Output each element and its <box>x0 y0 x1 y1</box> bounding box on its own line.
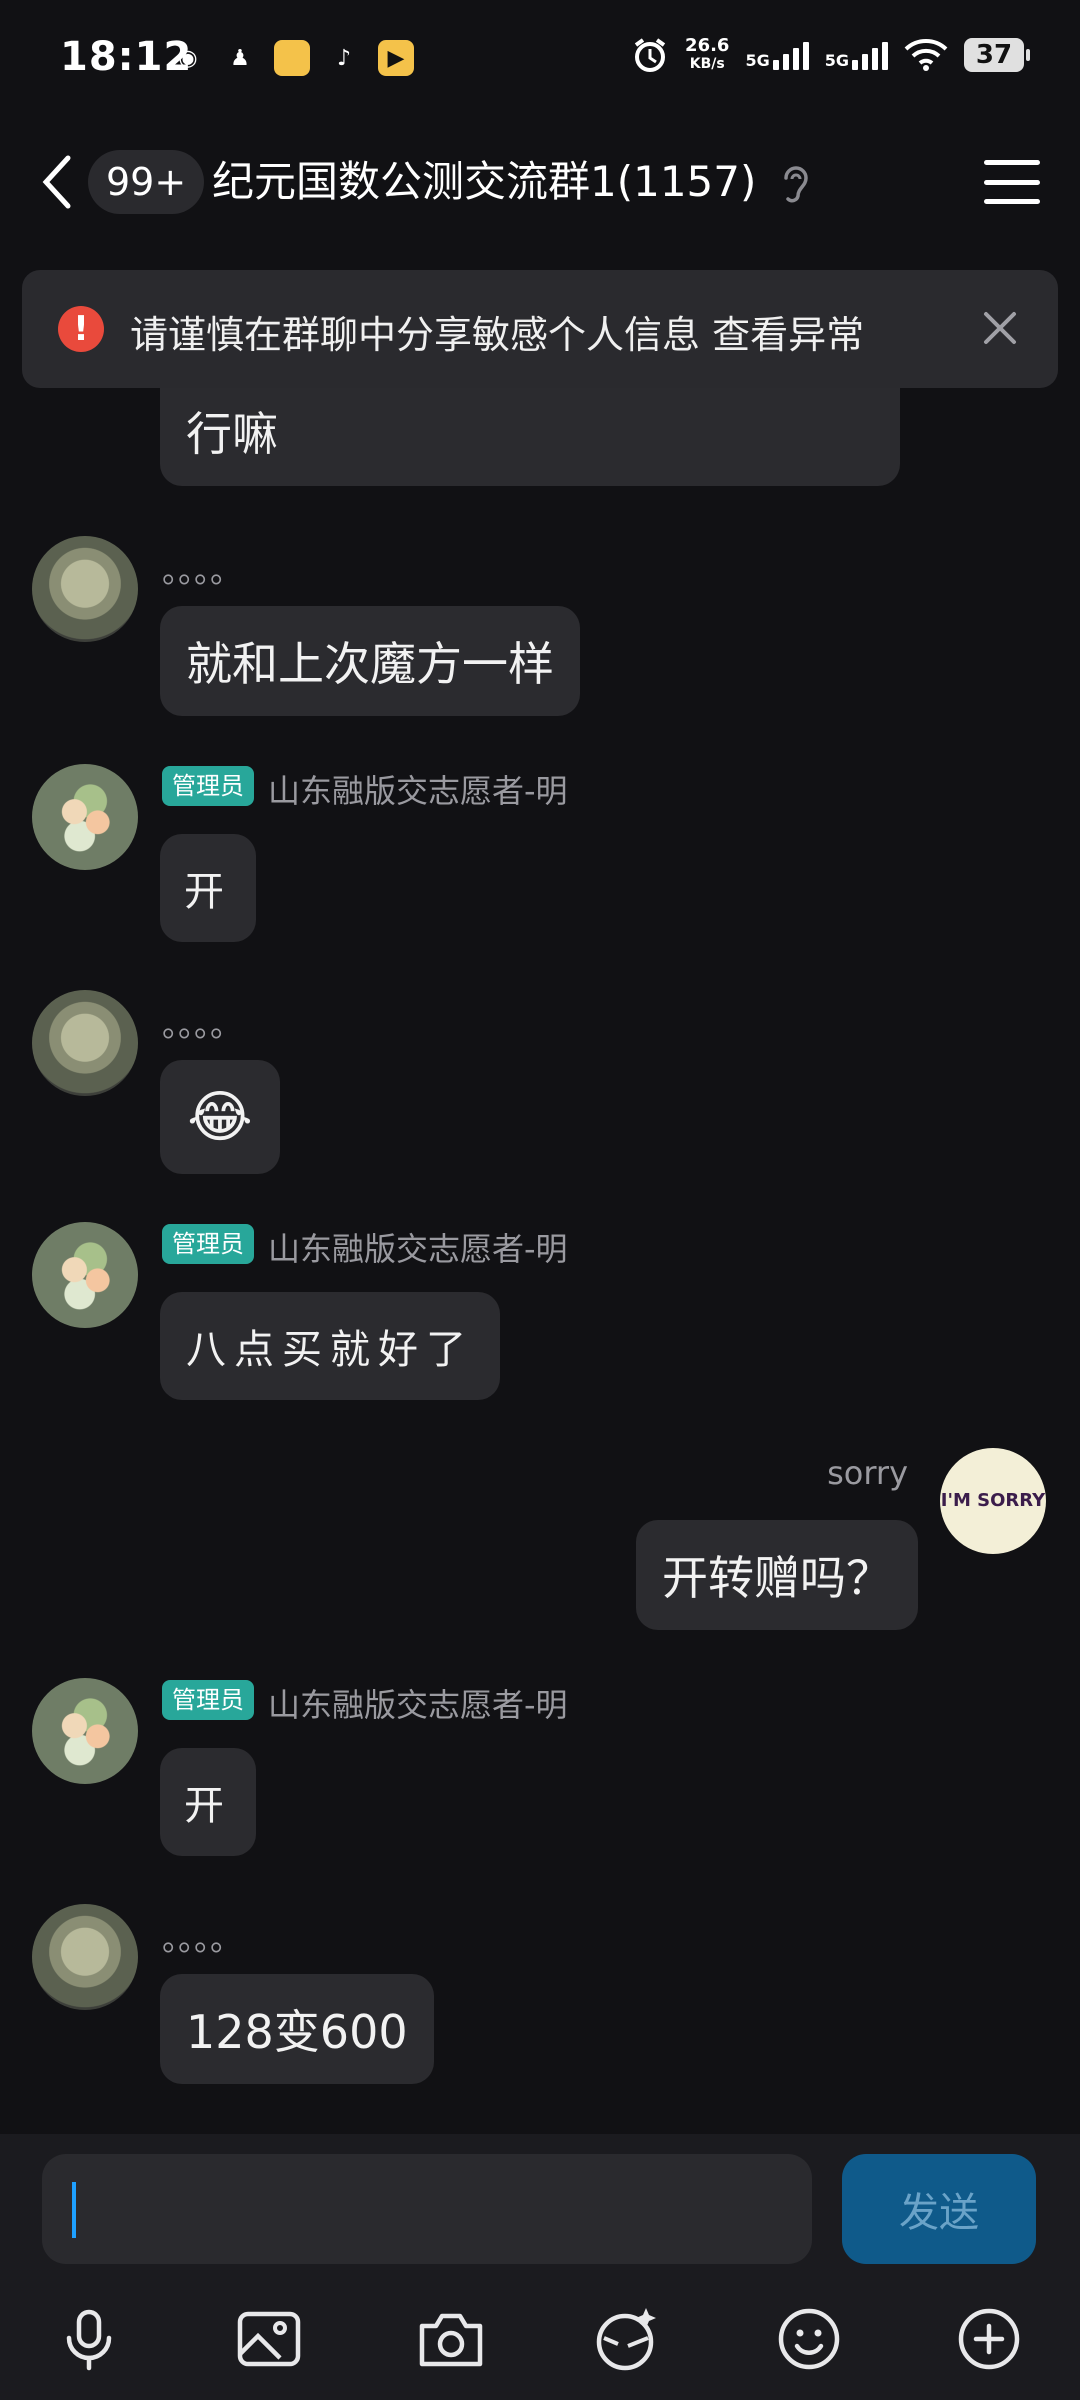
admin-badge: 管理员 <box>162 766 254 806</box>
menu-icon[interactable] <box>984 160 1040 204</box>
sender-name: 山东融版交志愿者-明 <box>268 1686 568 1724</box>
avatar[interactable] <box>32 1904 138 2010</box>
message-bubble[interactable]: 八点买就好了 <box>160 1292 500 1400</box>
ear-icon <box>784 166 808 203</box>
network-speed: 26.6 KB/s <box>685 35 730 73</box>
avatar[interactable] <box>32 1678 138 1784</box>
message-bubble[interactable]: 就和上次魔方一样 <box>160 606 580 716</box>
warning-icon: ! <box>58 306 104 352</box>
back-chevron-icon[interactable] <box>36 152 76 212</box>
signal-1: 5G <box>745 40 809 70</box>
image-icon[interactable] <box>232 2302 306 2376</box>
message-input[interactable] <box>42 2154 812 2264</box>
message-bubble[interactable]: 😂 <box>160 1060 280 1174</box>
sender-name: 。。。。 <box>162 1920 243 1958</box>
avatar[interactable] <box>32 1222 138 1328</box>
avatar[interactable]: I'M SORRY <box>940 1448 1046 1554</box>
avatar[interactable] <box>32 990 138 1096</box>
plus-icon[interactable] <box>952 2302 1026 2376</box>
status-app-icons: ◉ ♟ ♪ ▶ <box>170 40 414 76</box>
emoji-icon[interactable] <box>772 2302 846 2376</box>
qq-icon: ♟ <box>230 45 250 71</box>
close-icon[interactable] <box>980 308 1020 348</box>
admin-badge: 管理员 <box>162 1224 254 1264</box>
tiktok-icon: ♪ <box>336 45 352 71</box>
camera-icon[interactable] <box>414 2302 488 2376</box>
warning-text[interactable]: 请谨慎在群聊中分享敏感个人信息 查看异常 <box>130 304 864 359</box>
chat-messages[interactable]: 行嘛 。。。。 就和上次魔方一样 管理员 山东融版交志愿者-明 开 。。。。 😂… <box>0 250 1080 2130</box>
composer: 发送 <box>0 2134 1080 2400</box>
battery-indicator: 37 <box>964 38 1030 72</box>
text-caret <box>72 2182 76 2238</box>
wifi-icon <box>904 39 948 71</box>
admin-badge: 管理员 <box>162 1680 254 1720</box>
unread-count-badge[interactable]: 99+ <box>88 150 205 214</box>
sender-name: 。。。。 <box>162 552 243 590</box>
sticker-icon[interactable] <box>590 2302 664 2376</box>
send-button[interactable]: 发送 <box>842 2154 1036 2264</box>
avatar[interactable] <box>32 536 138 642</box>
status-bar: 18:12 ◉ ♟ ♪ ▶ 26.6 KB/s 5G 5G 37 <box>0 0 1080 120</box>
chat-header: 99+ 纪元国数公测交流群1(1157) <box>0 130 1080 240</box>
privacy-warning-banner[interactable]: ! 请谨慎在群聊中分享敏感个人信息 查看异常 <box>22 270 1058 388</box>
microphone-icon[interactable] <box>52 2302 126 2376</box>
weibo-icon: ◉ <box>178 45 198 71</box>
sender-name: 山东融版交志愿者-明 <box>268 772 568 810</box>
notes-icon <box>274 40 310 76</box>
message-bubble[interactable]: 开 <box>160 1748 256 1856</box>
group-title[interactable]: 纪元国数公测交流群1(1157) <box>212 150 756 214</box>
sender-name: 山东融版交志愿者-明 <box>268 1230 568 1268</box>
sender-name: sorry <box>827 1454 908 1492</box>
message-bubble[interactable]: 开转赠吗？ <box>636 1520 918 1630</box>
signal-2: 5G <box>825 40 888 70</box>
video-app-icon: ▶ <box>378 40 414 76</box>
avatar[interactable] <box>32 764 138 870</box>
sender-name: 。。。。 <box>162 1006 243 1044</box>
message-bubble[interactable]: 128变600 <box>160 1974 434 2084</box>
status-indicators: 26.6 KB/s 5G 5G 37 <box>631 35 1030 74</box>
composer-toolbar <box>0 2294 1080 2384</box>
alarm-icon <box>634 38 666 72</box>
message-bubble[interactable]: 开 <box>160 834 256 942</box>
